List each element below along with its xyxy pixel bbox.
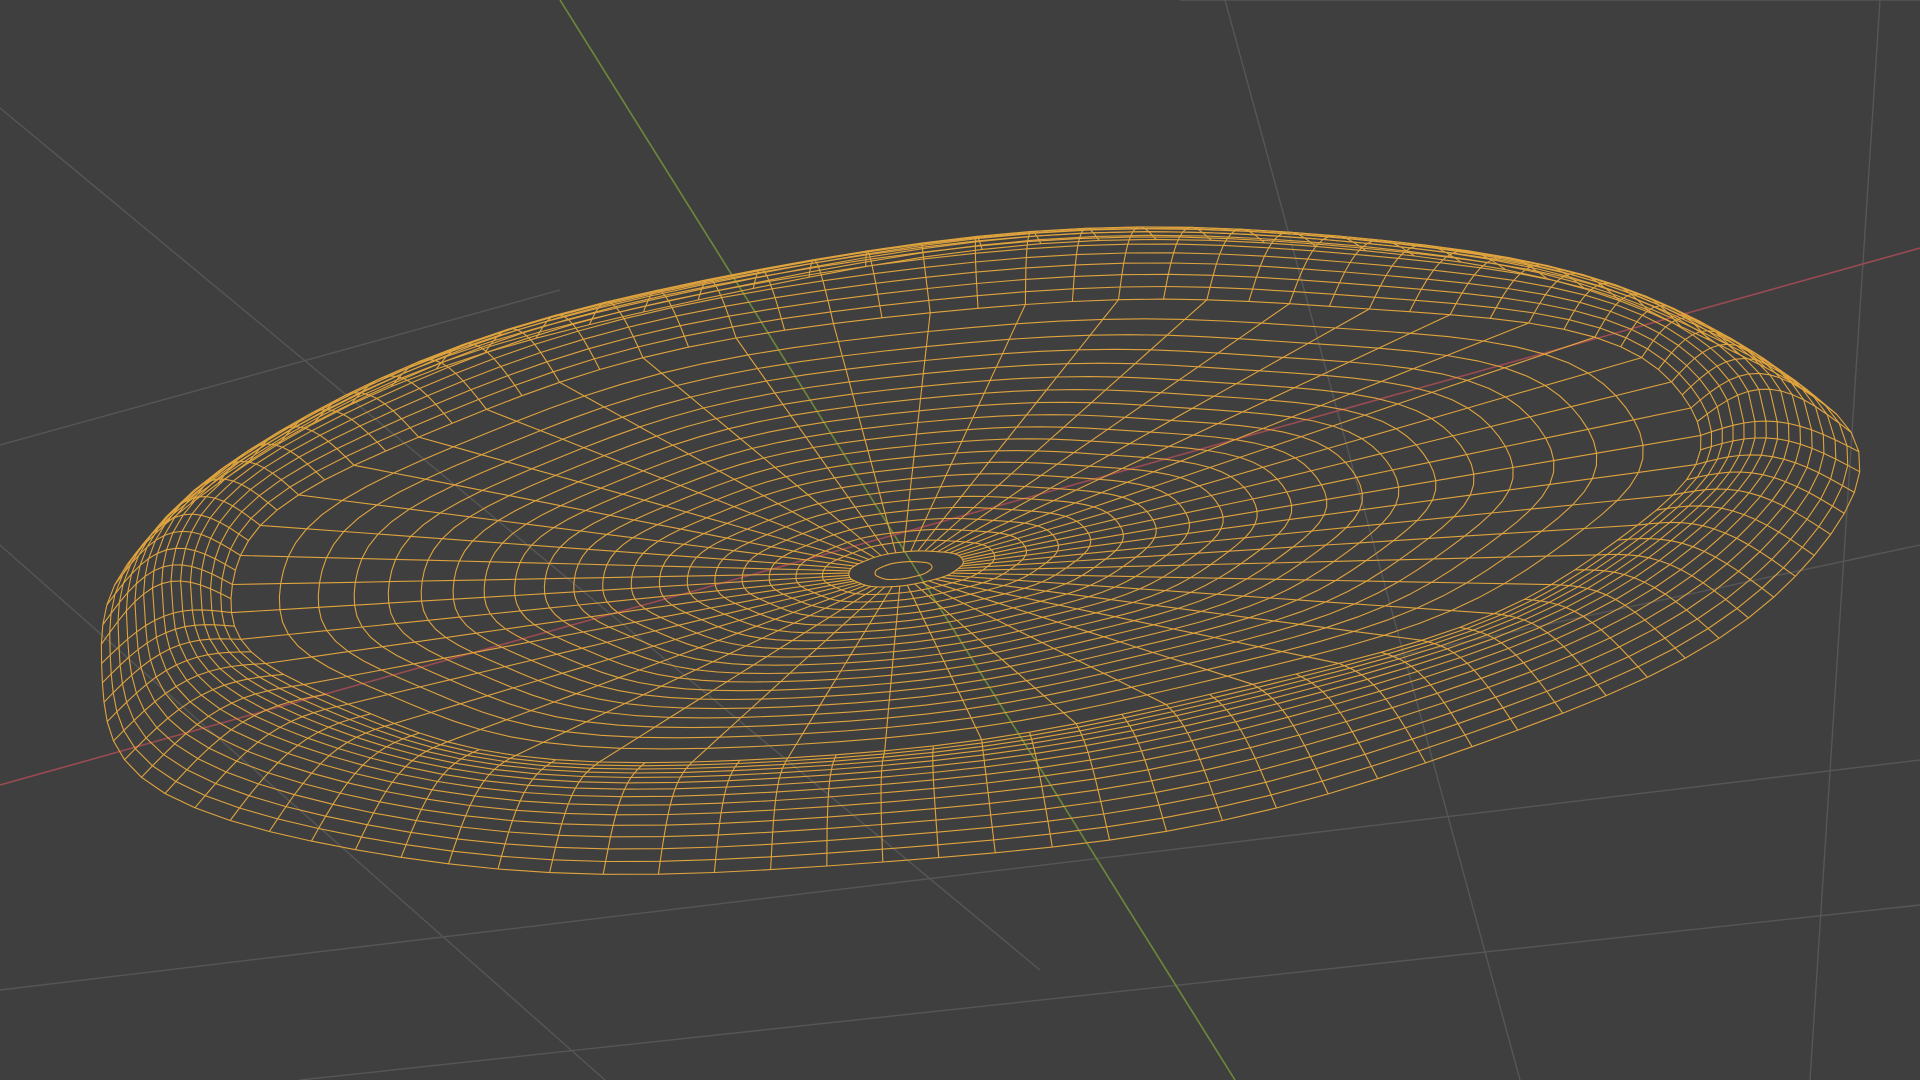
- 3d-viewport[interactable]: [0, 0, 1920, 1080]
- viewport-background: [0, 0, 1920, 1080]
- viewport-canvas[interactable]: [0, 0, 1920, 1080]
